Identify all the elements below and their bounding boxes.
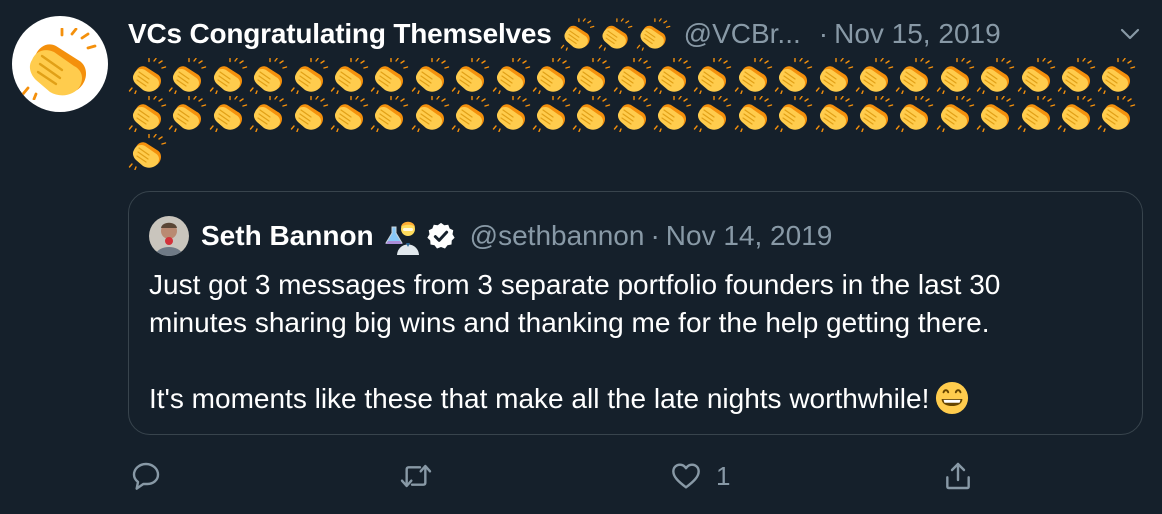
- quoted-author-avatar: [149, 216, 189, 256]
- retweet-icon: [400, 464, 432, 488]
- clapping-hands-icon: [976, 58, 1016, 94]
- author-avatar[interactable]: [12, 16, 108, 112]
- clapping-hands-icon: [532, 96, 572, 132]
- share-icon: [946, 462, 970, 490]
- clapping-hands-icon: [895, 58, 935, 94]
- clapping-hands-icon: [653, 96, 693, 132]
- clapping-hands-icon: [855, 96, 895, 132]
- clapping-hands-icon: [636, 18, 672, 51]
- clapping-hands-icon: [492, 58, 532, 94]
- clapping-hands-icon: [451, 96, 491, 132]
- clapping-hands-icon: [1057, 96, 1097, 132]
- tweet-date[interactable]: Nov 15, 2019: [834, 18, 1001, 50]
- clapping-hands-icon: [815, 96, 855, 132]
- quoted-author-name: Seth Bannon: [201, 220, 374, 251]
- clapping-hands-icon: [492, 96, 532, 132]
- clapping-hands-icon: [734, 96, 774, 132]
- clapping-hands-icon: [249, 96, 289, 132]
- quoted-author-handle: @sethbannon: [469, 220, 645, 251]
- header-separator: ·: [818, 18, 829, 49]
- tweet-actions: 1: [128, 456, 1028, 496]
- like-count: 1: [716, 460, 731, 491]
- tweet-header: VCs Congratulating Themselves @VCBr... ·…: [128, 14, 1142, 54]
- clapping-hands-icon: [411, 96, 451, 132]
- clapping-hands-icon: [128, 96, 168, 132]
- clapping-hands-icon: [936, 58, 976, 94]
- author-display-name[interactable]: VCs Congratulating Themselves: [128, 18, 552, 50]
- clapping-hands-icon: [1097, 96, 1137, 132]
- clapping-hands-icon: [613, 58, 653, 94]
- clapping-hands-icon: [693, 96, 733, 132]
- clapping-hands-icon: [855, 58, 895, 94]
- clapping-hands-icon: [936, 96, 976, 132]
- quoted-text-line: It's moments like these that make all th…: [149, 383, 930, 414]
- clapping-hands-icon: [598, 18, 634, 51]
- clapping-hands-icon: [330, 96, 370, 132]
- clapping-hands-icon: [290, 96, 330, 132]
- clapping-hands-icon: [815, 58, 855, 94]
- tweet-body-emoji: [128, 58, 1148, 170]
- clapping-hands-icon: [693, 58, 733, 94]
- quoted-text-line-last: It's moments like these that make all th…: [149, 380, 1119, 418]
- like-button[interactable]: 1: [670, 456, 730, 496]
- clapping-hands-icon: [168, 58, 208, 94]
- clapping-hands-icon: [1057, 58, 1097, 94]
- clapping-hands-icon: [249, 58, 289, 94]
- clapping-hands-icon: [532, 58, 572, 94]
- clapping-hands-icon: [168, 96, 208, 132]
- clapping-hands-icon: [560, 18, 596, 51]
- quoted-text-line: minutes sharing big wins and thanking me…: [149, 307, 990, 338]
- clapping-hands-icon: [20, 24, 100, 104]
- clapping-hands-icon: [209, 58, 249, 94]
- clapping-hands-icon: [1017, 58, 1057, 94]
- clapping-hands-icon: [774, 58, 814, 94]
- reply-button[interactable]: [130, 456, 176, 496]
- clapping-hands-icon: [370, 58, 410, 94]
- quoted-tweet[interactable]: Seth Bannon @sethbannon · Nov 14, 2019 J…: [128, 191, 1143, 435]
- verified-badge-icon: [427, 222, 455, 249]
- quoted-header-separator: ·: [650, 220, 660, 251]
- quoted-tweet-text: Just got 3 messages from 3 separate port…: [149, 266, 1119, 418]
- grinning-face-icon: [936, 381, 969, 414]
- share-button[interactable]: [942, 456, 988, 496]
- clapping-hands-icon: [653, 58, 693, 94]
- clapping-hands-icon: [370, 96, 410, 132]
- chevron-down-icon[interactable]: [1118, 22, 1142, 46]
- clapping-hands-icon: [128, 58, 168, 94]
- clapping-hands-icon: [330, 58, 370, 94]
- author-handle[interactable]: @VCBr...: [684, 18, 801, 50]
- quoted-tweet-date: Nov 14, 2019: [665, 220, 833, 251]
- reply-icon: [132, 462, 160, 490]
- clapping-hands-icon: [613, 96, 653, 132]
- clapping-hands-icon: [128, 134, 168, 170]
- name-emoji-group: [560, 18, 672, 51]
- clapping-hands-icon: [734, 58, 774, 94]
- clapping-hands-icon: [774, 96, 814, 132]
- quoted-text-line: Just got 3 messages from 3 separate port…: [149, 269, 1001, 300]
- heart-icon: [672, 463, 700, 489]
- clapping-hands-icon: [290, 58, 330, 94]
- clapping-hands-icon: [572, 58, 612, 94]
- clapping-hands-icon: [976, 96, 1016, 132]
- clapping-hands-icon: [451, 58, 491, 94]
- clapping-hands-icon: [572, 96, 612, 132]
- clapping-hands-icon: [209, 96, 249, 132]
- clapping-hands-icon: [1017, 96, 1057, 132]
- clapping-hands-icon: [895, 96, 935, 132]
- clapping-hands-icon: [1097, 58, 1137, 94]
- quoted-tweet-header: Seth Bannon @sethbannon · Nov 14, 2019: [149, 212, 832, 260]
- retweet-button[interactable]: [400, 456, 446, 496]
- scientist-icon: [384, 221, 419, 255]
- clapping-hands-icon: [411, 58, 451, 94]
